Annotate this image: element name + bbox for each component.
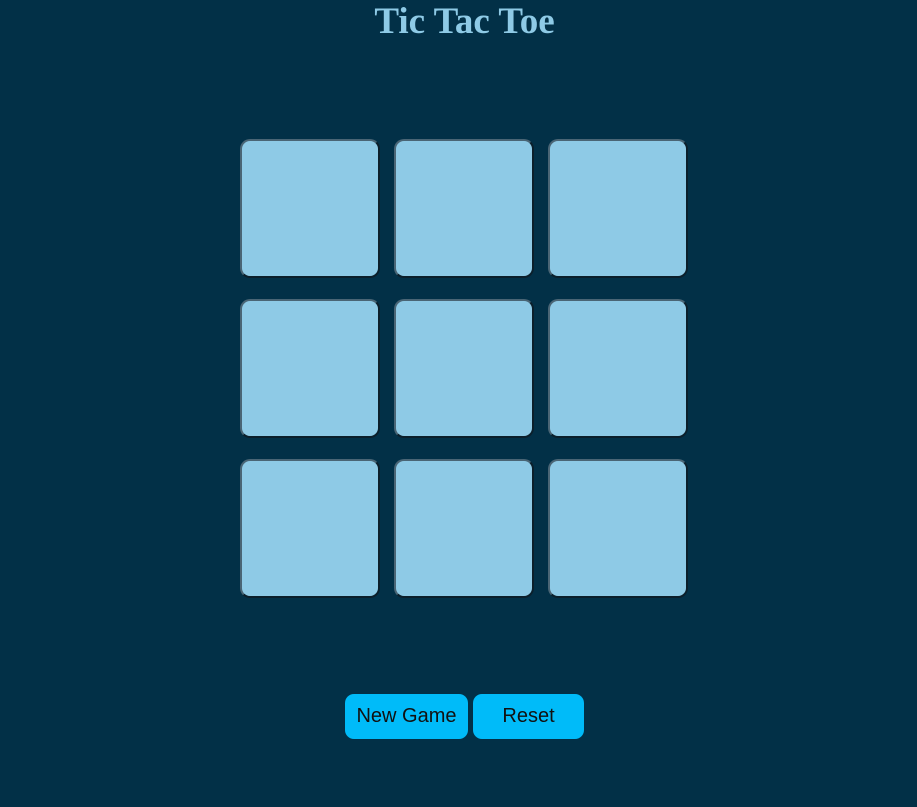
board-cell-1-1[interactable] — [240, 139, 380, 278]
new-game-button[interactable]: New Game — [345, 694, 468, 739]
board-cell-2-3[interactable] — [548, 299, 688, 438]
board-cell-1-3[interactable] — [548, 139, 688, 278]
board-cell-1-2[interactable] — [394, 139, 534, 278]
game-controls: New Game Reset — [345, 694, 584, 739]
board-cell-3-1[interactable] — [240, 459, 380, 598]
game-title: Tic Tac Toe — [374, 1, 555, 42]
board-cell-3-2[interactable] — [394, 459, 534, 598]
reset-button[interactable]: Reset — [473, 694, 584, 739]
game-board — [240, 139, 688, 598]
board-cell-2-2[interactable] — [394, 299, 534, 438]
board-cell-2-1[interactable] — [240, 299, 380, 438]
board-cell-3-3[interactable] — [548, 459, 688, 598]
